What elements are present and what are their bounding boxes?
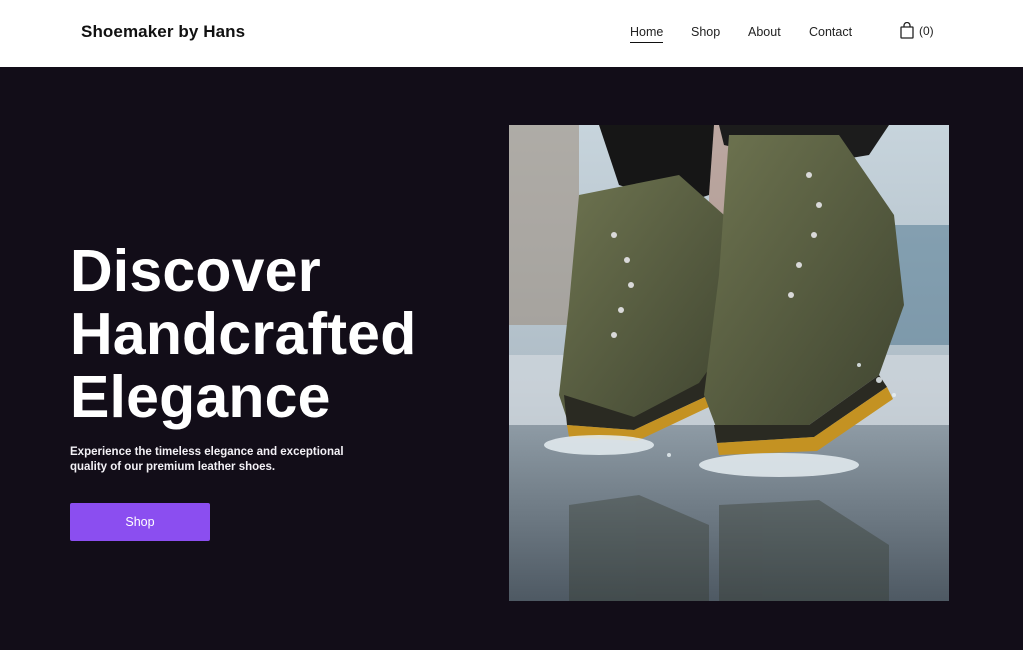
site-header: Shoemaker by Hans Home Shop About Contac… bbox=[0, 0, 1023, 67]
headline-line-1: Discover bbox=[70, 238, 321, 304]
shopping-bag-icon bbox=[900, 22, 914, 39]
hero-subtext: Experience the timeless elegance and exc… bbox=[70, 446, 344, 473]
hero-headline: Discover Handcrafted Elegance bbox=[70, 240, 470, 429]
headline-line-2: Handcrafted bbox=[70, 301, 417, 367]
nav-about[interactable]: About bbox=[748, 25, 781, 39]
hero-section: Discover Handcrafted Elegance Experience… bbox=[0, 67, 1023, 650]
nav-shop[interactable]: Shop bbox=[691, 25, 720, 39]
nav-home[interactable]: Home bbox=[630, 25, 664, 43]
cart-count: (0) bbox=[919, 23, 934, 38]
headline-line-3: Elegance bbox=[70, 364, 331, 430]
hero-image bbox=[509, 125, 949, 601]
cart-button[interactable]: (0) bbox=[900, 22, 934, 39]
shop-button[interactable]: Shop bbox=[70, 503, 210, 541]
main-nav: Home Shop About Contact bbox=[0, 25, 1023, 45]
nav-contact[interactable]: Contact bbox=[809, 25, 852, 39]
